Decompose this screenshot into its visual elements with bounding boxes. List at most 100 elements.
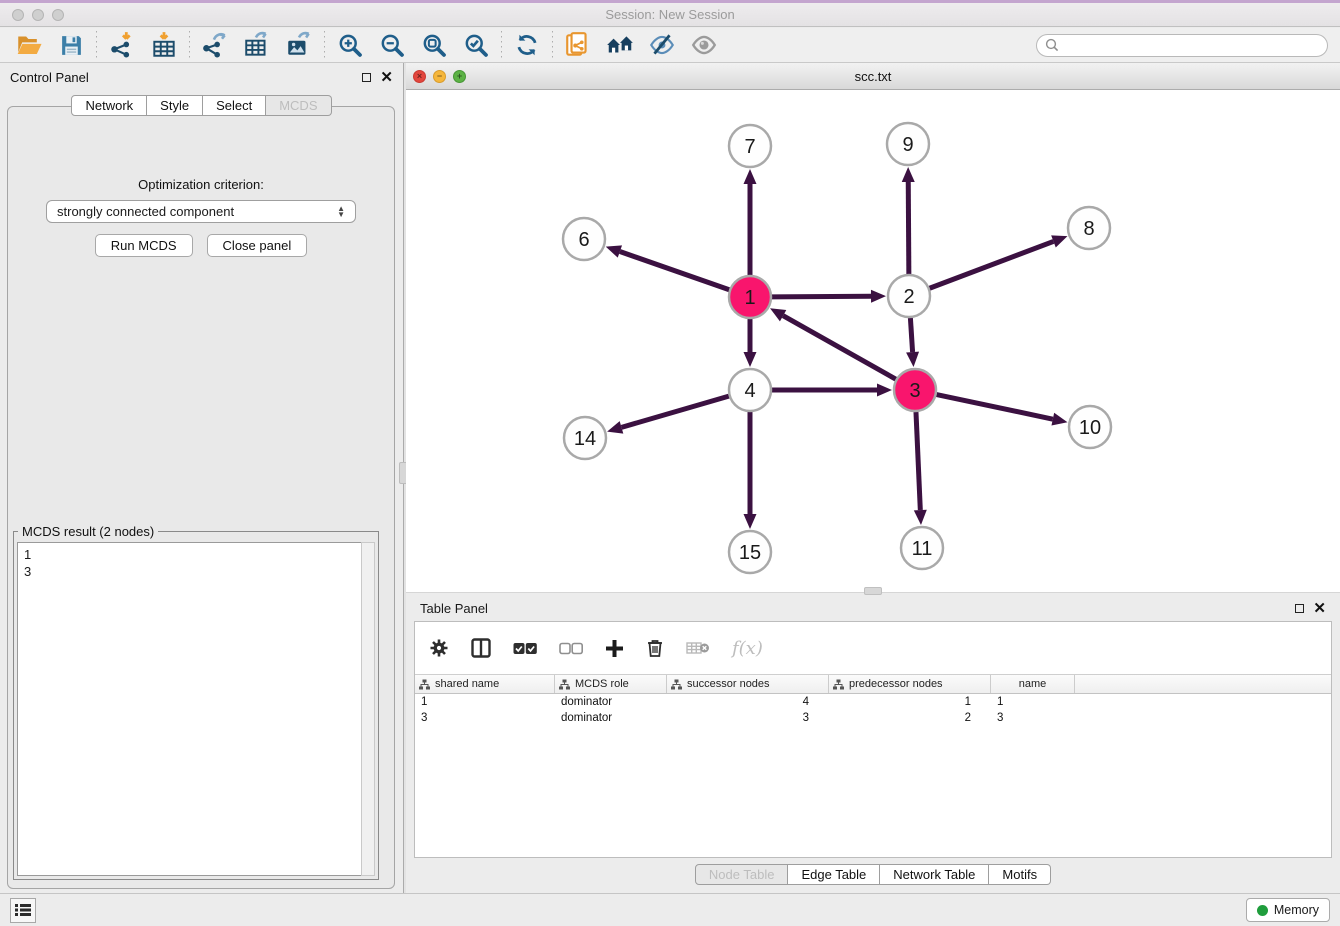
column-header-name[interactable]: name bbox=[991, 675, 1075, 693]
open-session-icon[interactable] bbox=[8, 29, 50, 61]
export-network-icon[interactable] bbox=[194, 29, 236, 61]
refresh-icon[interactable] bbox=[506, 29, 548, 61]
table-row[interactable]: 3 dominator 3 2 3 bbox=[415, 710, 1331, 726]
tab-node-table[interactable]: Node Table bbox=[695, 864, 789, 885]
select-all-columns-icon[interactable] bbox=[513, 642, 537, 655]
close-panel-button[interactable]: Close panel bbox=[207, 234, 308, 257]
network-minimize-button[interactable]: − bbox=[433, 70, 446, 83]
cell-successor-nodes[interactable]: 4 bbox=[667, 694, 829, 710]
horizontal-split-handle[interactable] bbox=[864, 587, 882, 595]
graph-edge[interactable] bbox=[930, 241, 1054, 288]
criterion-dropdown[interactable]: strongly connected component ▲▼ bbox=[46, 200, 356, 223]
column-header-predecessor-nodes[interactable]: predecessor nodes bbox=[829, 675, 991, 693]
cell-successor-nodes[interactable]: 3 bbox=[667, 710, 829, 726]
graph-node-label: 2 bbox=[903, 286, 914, 308]
graph-edge[interactable] bbox=[772, 296, 871, 297]
dropdown-stepper-icon: ▲▼ bbox=[337, 206, 345, 218]
run-mcds-button[interactable]: Run MCDS bbox=[95, 234, 193, 257]
network-view-window: × − + scc.txt 7968124314101511 bbox=[406, 63, 1340, 592]
graph-edge[interactable] bbox=[910, 318, 912, 352]
settings-gear-icon[interactable] bbox=[429, 638, 449, 658]
column-header-successor-nodes[interactable]: successor nodes bbox=[667, 675, 829, 693]
column-header-mcds-role[interactable]: MCDS role bbox=[555, 675, 667, 693]
network-zoom-button[interactable]: + bbox=[453, 70, 466, 83]
table-panel-title: Table Panel bbox=[420, 601, 488, 616]
graph-node-label: 8 bbox=[1083, 218, 1094, 240]
zoom-in-icon[interactable] bbox=[329, 29, 371, 61]
tab-edge-table[interactable]: Edge Table bbox=[788, 864, 880, 885]
delete-column-icon[interactable] bbox=[686, 640, 710, 656]
function-builder-icon[interactable]: f(x) bbox=[732, 638, 763, 659]
deselect-all-columns-icon[interactable] bbox=[559, 642, 583, 655]
network-window-titlebar[interactable]: × − + scc.txt bbox=[406, 63, 1340, 90]
search-icon bbox=[1045, 38, 1059, 52]
export-image-icon[interactable] bbox=[278, 29, 320, 61]
table-row[interactable]: 1 dominator 4 1 1 bbox=[415, 694, 1331, 710]
graph-node-label: 15 bbox=[739, 542, 761, 564]
zoom-selected-icon[interactable] bbox=[455, 29, 497, 61]
graph-node-label: 7 bbox=[744, 136, 755, 158]
mcds-result-item[interactable]: 1 bbox=[24, 546, 355, 563]
column-layout-icon[interactable] bbox=[471, 638, 491, 658]
cell-shared-name[interactable]: 3 bbox=[415, 710, 555, 726]
float-table-panel-icon[interactable] bbox=[1295, 604, 1304, 613]
tab-motifs[interactable]: Motifs bbox=[989, 864, 1051, 885]
cell-predecessor-nodes[interactable]: 2 bbox=[829, 710, 991, 726]
cell-name[interactable]: 1 bbox=[991, 694, 1075, 710]
window-title: Session: New Session bbox=[0, 7, 1340, 22]
graph-node-label: 9 bbox=[902, 134, 913, 156]
graph-edge-arrowhead bbox=[877, 384, 892, 397]
add-row-icon[interactable] bbox=[605, 639, 624, 658]
memory-button[interactable]: Memory bbox=[1246, 898, 1330, 922]
search-box[interactable] bbox=[1036, 34, 1328, 57]
zoom-fit-icon[interactable] bbox=[413, 29, 455, 61]
graph-edge[interactable] bbox=[620, 252, 729, 290]
optimization-criterion-label: Optimization criterion: bbox=[8, 177, 394, 192]
window-controls[interactable] bbox=[12, 9, 64, 21]
graph-node-label: 1 bbox=[744, 287, 755, 309]
hide-selected-icon[interactable] bbox=[641, 29, 683, 61]
import-table-icon[interactable] bbox=[143, 29, 185, 61]
result-scrollbar[interactable] bbox=[361, 542, 375, 876]
tab-network-table[interactable]: Network Table bbox=[880, 864, 989, 885]
search-input[interactable] bbox=[1064, 38, 1319, 52]
graph-edge[interactable] bbox=[937, 395, 1053, 420]
graph-edge[interactable] bbox=[621, 396, 728, 427]
cell-predecessor-nodes[interactable]: 1 bbox=[829, 694, 991, 710]
criterion-value: strongly connected component bbox=[57, 204, 337, 219]
show-all-icon[interactable] bbox=[683, 29, 725, 61]
close-window-button[interactable] bbox=[12, 9, 24, 21]
save-session-icon[interactable] bbox=[50, 29, 92, 61]
network-close-button[interactable]: × bbox=[413, 70, 426, 83]
maximize-window-button[interactable] bbox=[52, 9, 64, 21]
first-neighbors-icon[interactable] bbox=[599, 29, 641, 61]
cell-mcds-role[interactable]: dominator bbox=[555, 694, 667, 710]
task-history-button[interactable] bbox=[10, 898, 36, 923]
cell-name[interactable]: 3 bbox=[991, 710, 1075, 726]
tab-mcds[interactable]: MCDS bbox=[266, 95, 331, 116]
tab-network[interactable]: Network bbox=[71, 95, 147, 116]
tab-select[interactable]: Select bbox=[203, 95, 266, 116]
graph-edge[interactable] bbox=[783, 316, 896, 380]
graph-edge[interactable] bbox=[908, 182, 909, 274]
float-panel-icon[interactable] bbox=[362, 73, 371, 82]
tab-style[interactable]: Style bbox=[147, 95, 203, 116]
import-network-icon[interactable] bbox=[101, 29, 143, 61]
graph-edge-arrowhead bbox=[1051, 235, 1067, 247]
network-canvas[interactable]: 7968124314101511 bbox=[406, 90, 1340, 592]
graph-edge[interactable] bbox=[916, 412, 920, 510]
column-header-shared-name[interactable]: shared name bbox=[415, 675, 555, 693]
export-table-icon[interactable] bbox=[236, 29, 278, 61]
new-network-from-selection-icon[interactable] bbox=[557, 29, 599, 61]
zoom-out-icon[interactable] bbox=[371, 29, 413, 61]
minimize-window-button[interactable] bbox=[32, 9, 44, 21]
node-table: shared name MCDS role successor nodes pr… bbox=[415, 674, 1331, 726]
delete-row-icon[interactable] bbox=[646, 638, 664, 658]
cell-shared-name[interactable]: 1 bbox=[415, 694, 555, 710]
close-table-panel-icon[interactable]: ✕ bbox=[1313, 604, 1326, 613]
close-panel-icon[interactable]: ✕ bbox=[380, 73, 393, 82]
mcds-result-list[interactable]: 1 3 bbox=[17, 542, 361, 876]
cell-mcds-role[interactable]: dominator bbox=[555, 710, 667, 726]
column-type-icon bbox=[419, 679, 430, 690]
mcds-result-item[interactable]: 3 bbox=[24, 563, 355, 580]
